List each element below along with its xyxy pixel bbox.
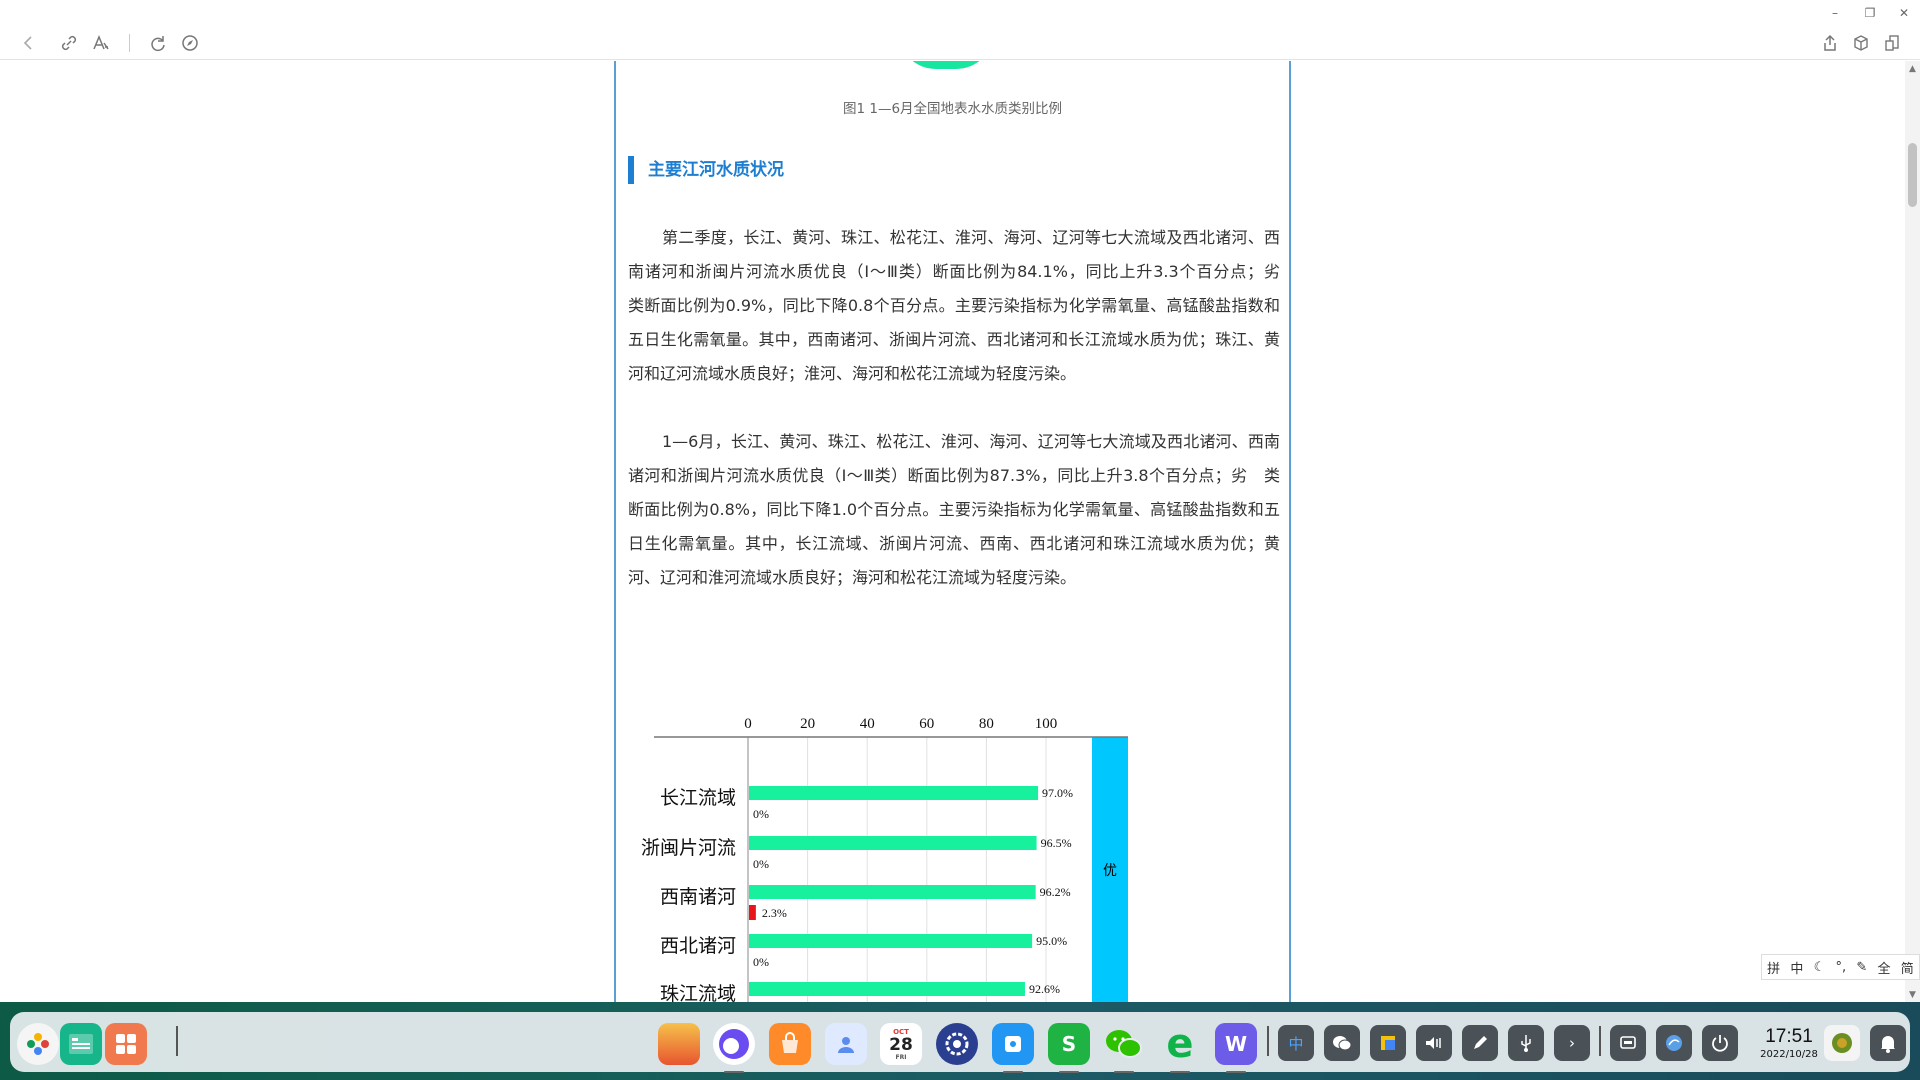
wechat-icon[interactable]: [1103, 1023, 1145, 1073]
bar-good: [749, 885, 1036, 899]
pen-icon[interactable]: [1462, 1025, 1498, 1061]
bar-poor-label: 0%: [753, 807, 769, 821]
ime-chinese-mode-button[interactable]: 中: [1790, 958, 1803, 977]
notification-bell-icon[interactable]: [1870, 1025, 1906, 1061]
x-tick-label: 60: [919, 716, 934, 732]
x-tick-label: 40: [860, 716, 875, 732]
wechat-tray-icon[interactable]: [1324, 1025, 1360, 1061]
water-quality-bar-chart: 优 0 20 40 60 80 100 长江流域 97.0% 0% 浙闽片河流 96.5% 0% 西南诸河…: [616, 651, 1293, 1002]
volume-icon[interactable]: [1416, 1025, 1452, 1061]
tray-expand-icon[interactable]: ›: [1554, 1025, 1590, 1061]
bar-good-label: 96.2%: [1040, 885, 1071, 899]
ime-fullwidth-button[interactable]: 全: [1878, 958, 1891, 977]
clock-date[interactable]: 2022/10/28: [1758, 1049, 1820, 1060]
category-label: 西北诸河: [660, 935, 736, 957]
restore-button[interactable]: ❐: [1861, 4, 1879, 22]
back-icon[interactable]: [17, 31, 41, 55]
app-store-icon[interactable]: [769, 1023, 811, 1065]
calendar-icon[interactable]: OCT 28 FRI: [880, 1023, 922, 1065]
bar-good-label: 96.5%: [1041, 836, 1072, 850]
document-page: 图1 1—6月全国地表水水质类别比例 主要江河水质状况 第二季度，长江、黄河、珠…: [614, 61, 1297, 1002]
dock-divider: [1267, 1026, 1269, 1056]
bar-good-label: 92.6%: [1029, 982, 1060, 996]
edge-browser-icon[interactable]: e: [1159, 1021, 1201, 1073]
x-tick-label: 80: [979, 716, 994, 732]
dock: OCT 28 FRI S e W 中 › 17:51 2022/10/28: [10, 1012, 1910, 1073]
document-viewport[interactable]: 图1 1—6月全国地表水水质类别比例 主要江河水质状况 第二季度，长江、黄河、珠…: [0, 61, 1905, 1002]
toolbar-divider: [129, 34, 130, 52]
music-player-icon[interactable]: [713, 1023, 755, 1073]
x-tick-label: 20: [800, 716, 815, 732]
scroll-up-arrow-icon[interactable]: ▲: [1905, 61, 1920, 76]
font-icon[interactable]: [89, 31, 113, 55]
vertical-scrollbar[interactable]: ▲ ▼: [1905, 61, 1920, 1002]
link-icon[interactable]: [57, 31, 81, 55]
compass-icon[interactable]: [178, 31, 202, 55]
calendar-day: 28: [889, 1034, 913, 1055]
pie-chart-fragment: [898, 61, 994, 69]
vpn-icon[interactable]: [1656, 1025, 1692, 1061]
section-heading: 主要江河水质状况: [628, 156, 784, 184]
category-label: 浙闽片河流: [641, 837, 736, 859]
usb-icon[interactable]: [1508, 1025, 1544, 1061]
scroll-thumb[interactable]: [1908, 143, 1917, 207]
system-settings-icon[interactable]: [936, 1023, 978, 1065]
multitask-view-icon[interactable]: [105, 1023, 147, 1065]
ime-pinyin-button[interactable]: 拼: [1767, 958, 1780, 977]
wps-spreadsheet-icon[interactable]: S: [1048, 1023, 1090, 1073]
bar-good: [749, 934, 1033, 948]
share-icon[interactable]: [1818, 31, 1842, 55]
taskbar: OCT 28 FRI S e W 中 › 17:51 2022/10/28: [0, 1002, 1920, 1080]
browser-pin-icon[interactable]: [992, 1023, 1034, 1073]
bar-good-label: 95.0%: [1036, 934, 1067, 948]
paragraph: 1—6月，长江、黄河、珠江、松花江、淮河、海河、辽河等七大流域及西北诸河、西南诸…: [628, 432, 1280, 587]
shelf-icon[interactable]: [1880, 31, 1904, 55]
screen-icon[interactable]: [1610, 1025, 1646, 1061]
ime-handwriting-icon[interactable]: ✎: [1856, 960, 1867, 975]
category-label: 珠江流域: [660, 983, 736, 1002]
ime-punctuation-button[interactable]: °,: [1836, 960, 1847, 975]
figure-caption: 图1 1—6月全国地表水水质类别比例: [842, 101, 1063, 117]
dock-divider: [176, 1026, 178, 1056]
bar-poor-label: 0%: [753, 955, 769, 969]
cube-icon[interactable]: [1849, 31, 1873, 55]
contacts-icon[interactable]: [825, 1023, 867, 1065]
reload-icon[interactable]: [146, 31, 170, 55]
network-tray-icon[interactable]: [1370, 1025, 1406, 1061]
x-tick-label: 100: [1035, 716, 1058, 732]
category-label: 西南诸河: [660, 886, 736, 908]
ime-moon-icon[interactable]: ☾: [1814, 960, 1826, 975]
x-tick-label: 0: [744, 716, 752, 732]
close-button[interactable]: ✕: [1895, 4, 1913, 22]
grade-band-label: 优: [1103, 863, 1117, 879]
category-label: 长江流域: [660, 787, 736, 809]
dock-divider: [1599, 1026, 1601, 1056]
viewer-toolbar: – ❐ ✕: [0, 0, 1920, 60]
ime-simplified-button[interactable]: 简: [1901, 958, 1914, 977]
bar-good: [749, 982, 1025, 996]
power-icon[interactable]: [1702, 1025, 1738, 1061]
bar-poor-label: 2.3%: [762, 906, 787, 920]
bar-poor: [749, 905, 756, 920]
file-manager-icon[interactable]: [60, 1023, 102, 1065]
paragraph: 第二季度，长江、黄河、珠江、松花江、淮河、海河、辽河等七大流域及西北诸河、西南诸…: [628, 228, 1297, 383]
wps-writer-icon[interactable]: W: [1215, 1023, 1257, 1073]
ime-tray-icon[interactable]: 中: [1278, 1025, 1314, 1061]
minimize-button[interactable]: –: [1826, 4, 1844, 22]
tray-avatar-icon[interactable]: [1824, 1025, 1860, 1061]
bar-good-label: 97.0%: [1042, 786, 1073, 800]
calendar-weekday: FRI: [895, 1053, 907, 1061]
chart-canvas: 优 0 20 40 60 80 100 长江流域 97.0% 0% 浙闽片河流 96.5% 0% 西南诸河…: [641, 716, 1128, 1002]
ime-toolbar: 拼 中 ☾ °, ✎ 全 简: [1761, 954, 1920, 980]
launcher-icon[interactable]: [17, 1023, 59, 1065]
clock-time[interactable]: 17:51: [1760, 1026, 1818, 1048]
bar-good: [749, 836, 1037, 850]
scroll-down-arrow-icon[interactable]: ▼: [1905, 987, 1920, 1002]
bar-good: [749, 786, 1039, 800]
bar-poor-label: 0%: [753, 857, 769, 871]
image-viewer-icon[interactable]: [658, 1023, 700, 1065]
